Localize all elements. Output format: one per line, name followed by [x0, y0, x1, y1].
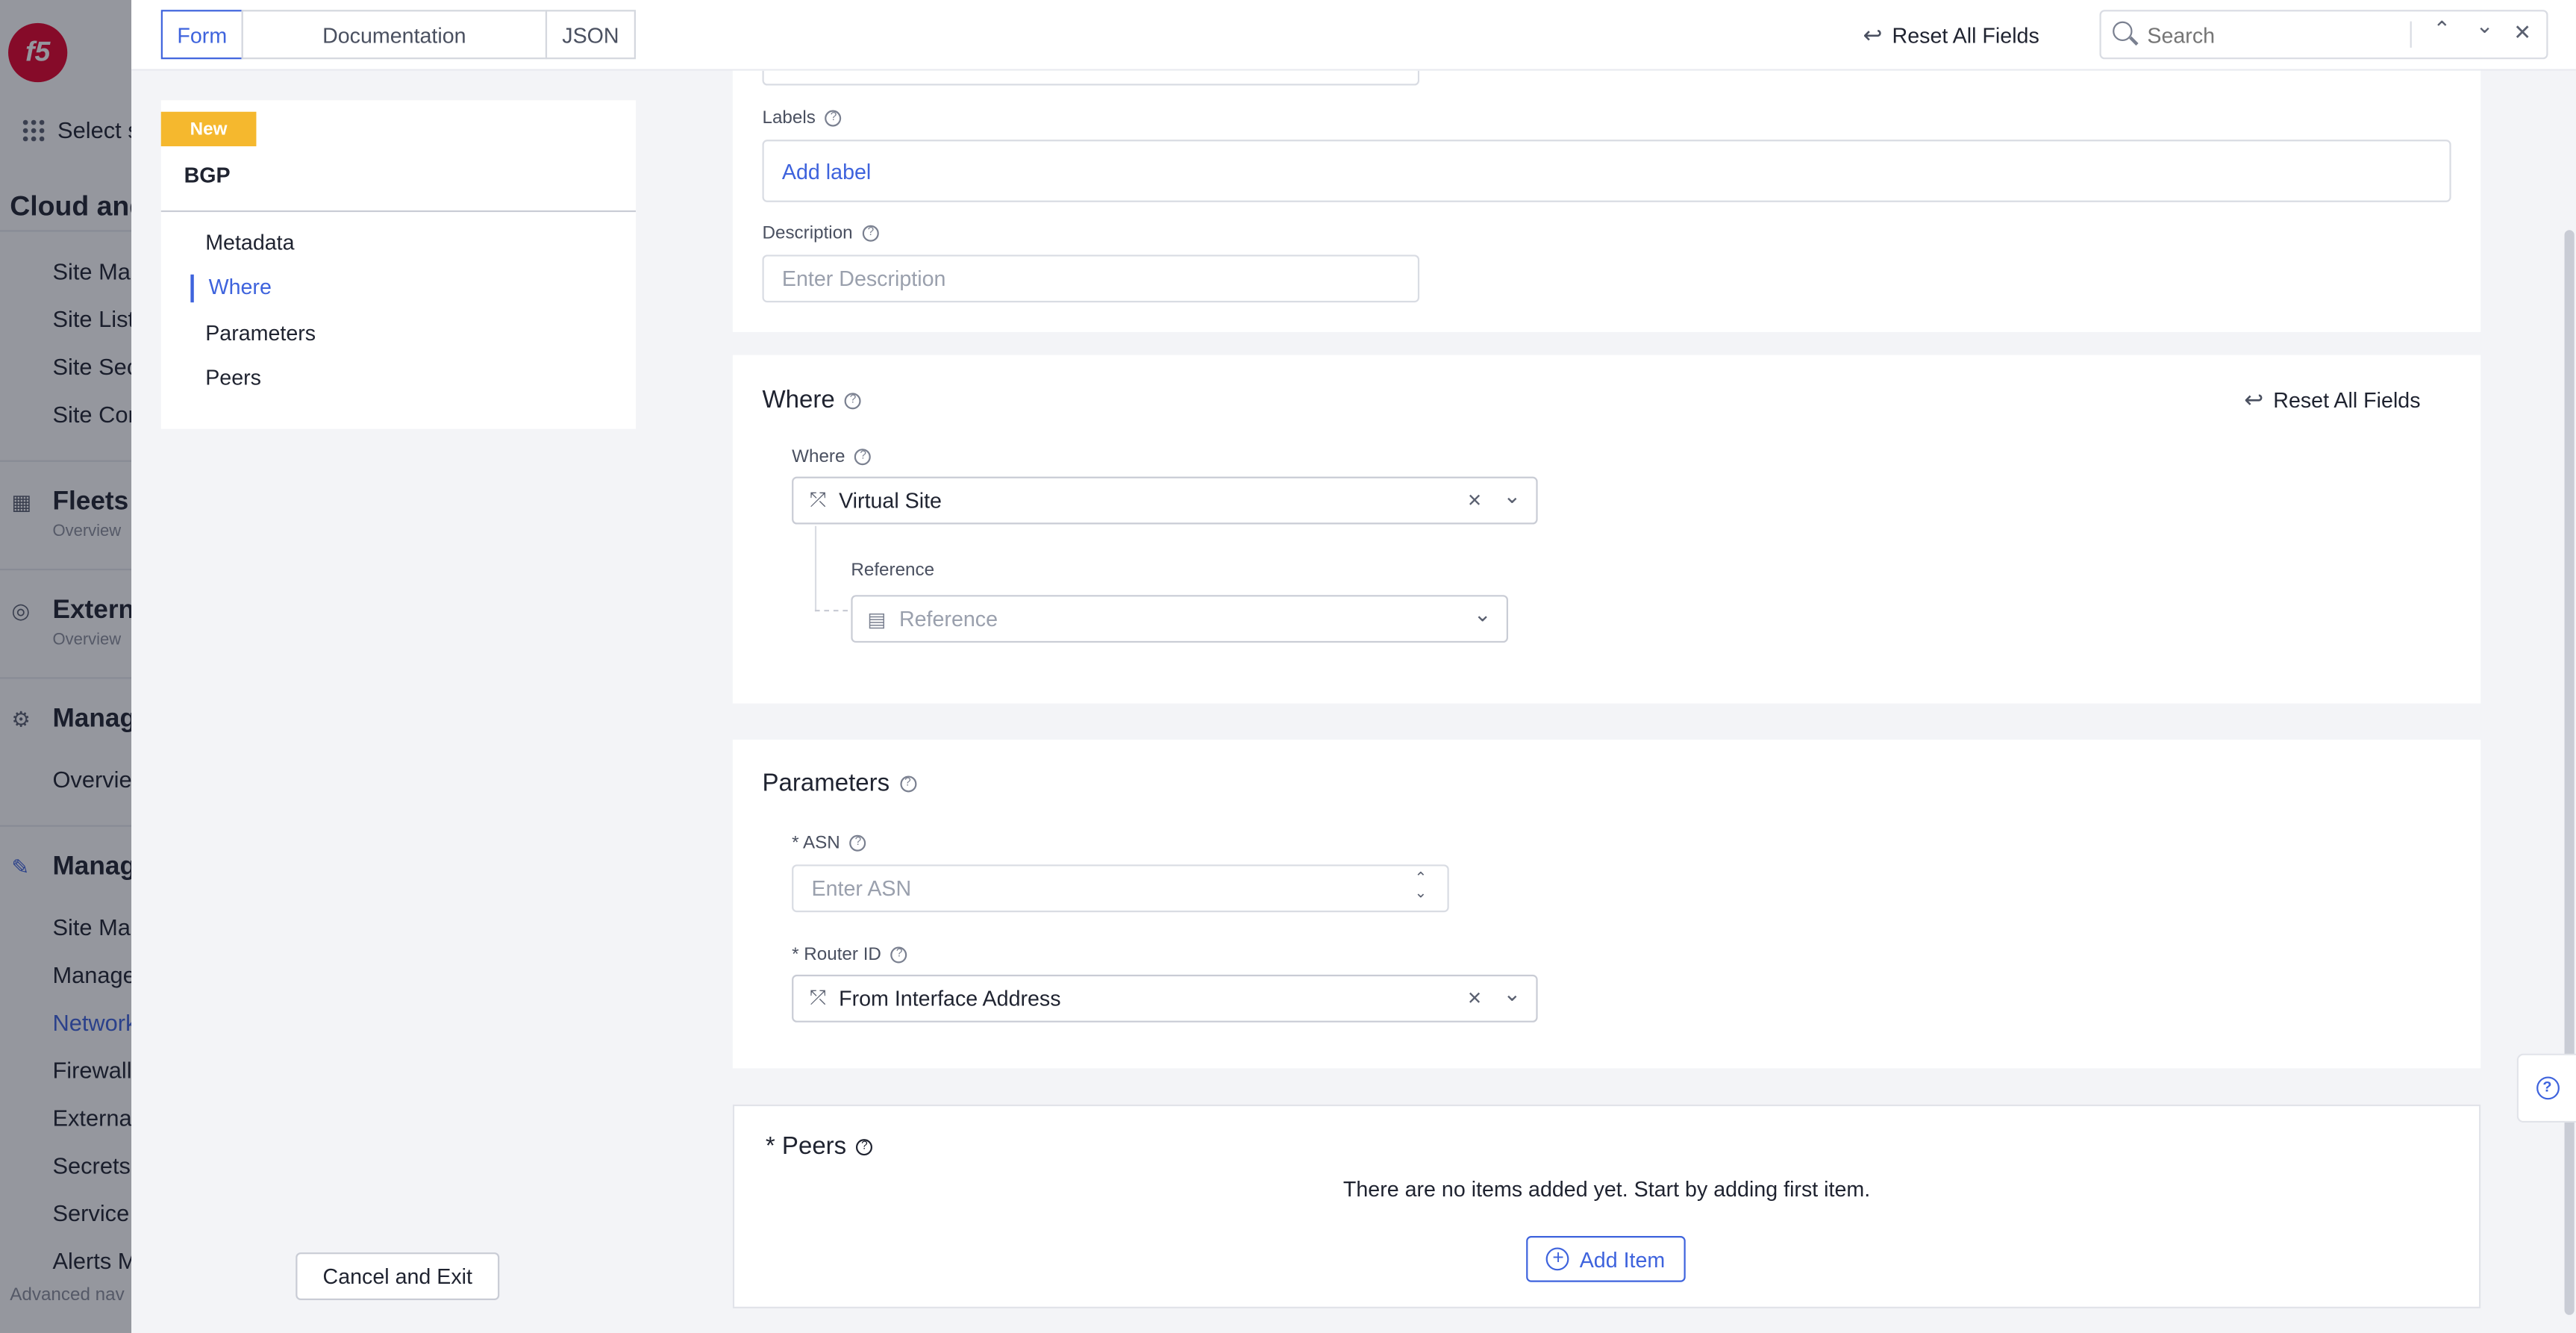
router-id-select[interactable]: ⤱ From Interface Address ✕ ⌄ [792, 974, 1538, 1023]
tree-connector [814, 525, 817, 612]
reference-select[interactable]: ▤ Reference ⌄ [851, 595, 1508, 643]
help-icon[interactable]: ? [844, 393, 861, 410]
description-label: Description? [762, 223, 879, 243]
new-badge: New [160, 111, 257, 146]
modal-backdrop[interactable] [0, 0, 132, 1333]
tab-documentation[interactable]: Documentation [241, 10, 548, 60]
asn-label: * ASN? [792, 834, 866, 853]
close-icon[interactable]: ✕ [2513, 19, 2531, 46]
tab-form[interactable]: Form [160, 10, 243, 60]
help-icon[interactable]: ? [862, 225, 879, 242]
help-icon[interactable]: ? [891, 946, 908, 964]
cancel-and-exit-button[interactable]: Cancel and Exit [296, 1252, 500, 1300]
outline-item-peers[interactable]: Peers [205, 365, 261, 390]
active-indicator [190, 274, 194, 303]
asn-placeholder: Enter ASN [811, 875, 912, 901]
search-icon-handle [2129, 36, 2139, 46]
description-input[interactable]: Enter Description [762, 255, 1420, 303]
search-input[interactable] [2147, 19, 2402, 50]
chevron-down-icon: ⌄ [1473, 602, 1492, 627]
outline-item-where[interactable]: Where [209, 275, 272, 299]
chevron-down-icon: ⌄ [1503, 981, 1522, 1006]
asn-input[interactable]: Enter ASN ⌃ ⌄ [792, 864, 1449, 913]
where-value: Virtual Site [839, 488, 942, 513]
reset-all-fields-button[interactable]: ↩ Reset All Fields [1863, 22, 2039, 49]
reset-label: Reset All Fields [2273, 387, 2421, 413]
peers-heading: * Peers? [766, 1132, 873, 1161]
clear-icon[interactable]: ✕ [1467, 988, 1482, 1009]
labels-label: Labels? [762, 108, 842, 128]
where-select[interactable]: ⤱ Virtual Site ✕ ⌄ [792, 476, 1538, 525]
where-field-label: Where? [792, 447, 872, 466]
scrollbar-thumb[interactable] [2564, 230, 2575, 1315]
where-heading: Where? [762, 387, 861, 414]
help-icon[interactable]: ? [825, 110, 842, 127]
chevron-down-icon[interactable]: ⌄ [2476, 13, 2494, 40]
add-item-button[interactable]: + Add Item [1526, 1236, 1686, 1282]
stepper-icon[interactable]: ⌃ ⌄ [1414, 870, 1427, 901]
divider [2410, 21, 2412, 48]
where-card [732, 355, 2481, 704]
outline-item-parameters[interactable]: Parameters [205, 320, 316, 345]
choice-icon: ⤱ [810, 986, 826, 1010]
choice-icon: ⤱ [810, 488, 826, 511]
parameters-heading: Parameters? [762, 769, 916, 797]
reference-icon: ▤ [867, 607, 887, 631]
search-box: ⌃ ⌄ ✕ [2099, 10, 2548, 60]
reference-placeholder: Reference [898, 606, 998, 631]
undo-icon: ↩ [2244, 386, 2264, 413]
peers-empty-text: There are no items added yet. Start by a… [1342, 1176, 1871, 1202]
name-field[interactable] [762, 70, 1420, 86]
tab-json[interactable]: JSON [545, 10, 636, 60]
help-icon: ? [2536, 1076, 2559, 1100]
add-label-field[interactable]: Add label [762, 140, 2451, 202]
reset-label: Reset All Fields [1892, 22, 2039, 48]
help-icon[interactable]: ? [899, 775, 916, 793]
outline-title: BGP [184, 163, 231, 188]
reference-label: Reference [851, 560, 935, 581]
outline-item-metadata[interactable]: Metadata [205, 230, 294, 255]
add-item-label: Add Item [1579, 1246, 1666, 1272]
help-icon[interactable]: ? [849, 834, 866, 852]
where-reset-button[interactable]: ↩ Reset All Fields [2244, 387, 2420, 414]
router-id-value: From Interface Address [839, 986, 1061, 1011]
chevron-down-icon: ⌄ [1503, 483, 1522, 508]
clear-icon[interactable]: ✕ [1467, 490, 1482, 511]
help-icon[interactable]: ? [856, 1139, 873, 1156]
undo-icon: ↩ [1863, 21, 1883, 48]
help-button[interactable]: ? [2516, 1053, 2576, 1123]
divider [160, 210, 636, 213]
chevron-up-icon[interactable]: ⌃ [2433, 16, 2451, 43]
tree-connector [814, 610, 848, 612]
plus-circle-icon: + [1546, 1247, 1570, 1271]
help-icon[interactable]: ? [854, 449, 872, 466]
router-id-label: * Router ID? [792, 945, 908, 965]
